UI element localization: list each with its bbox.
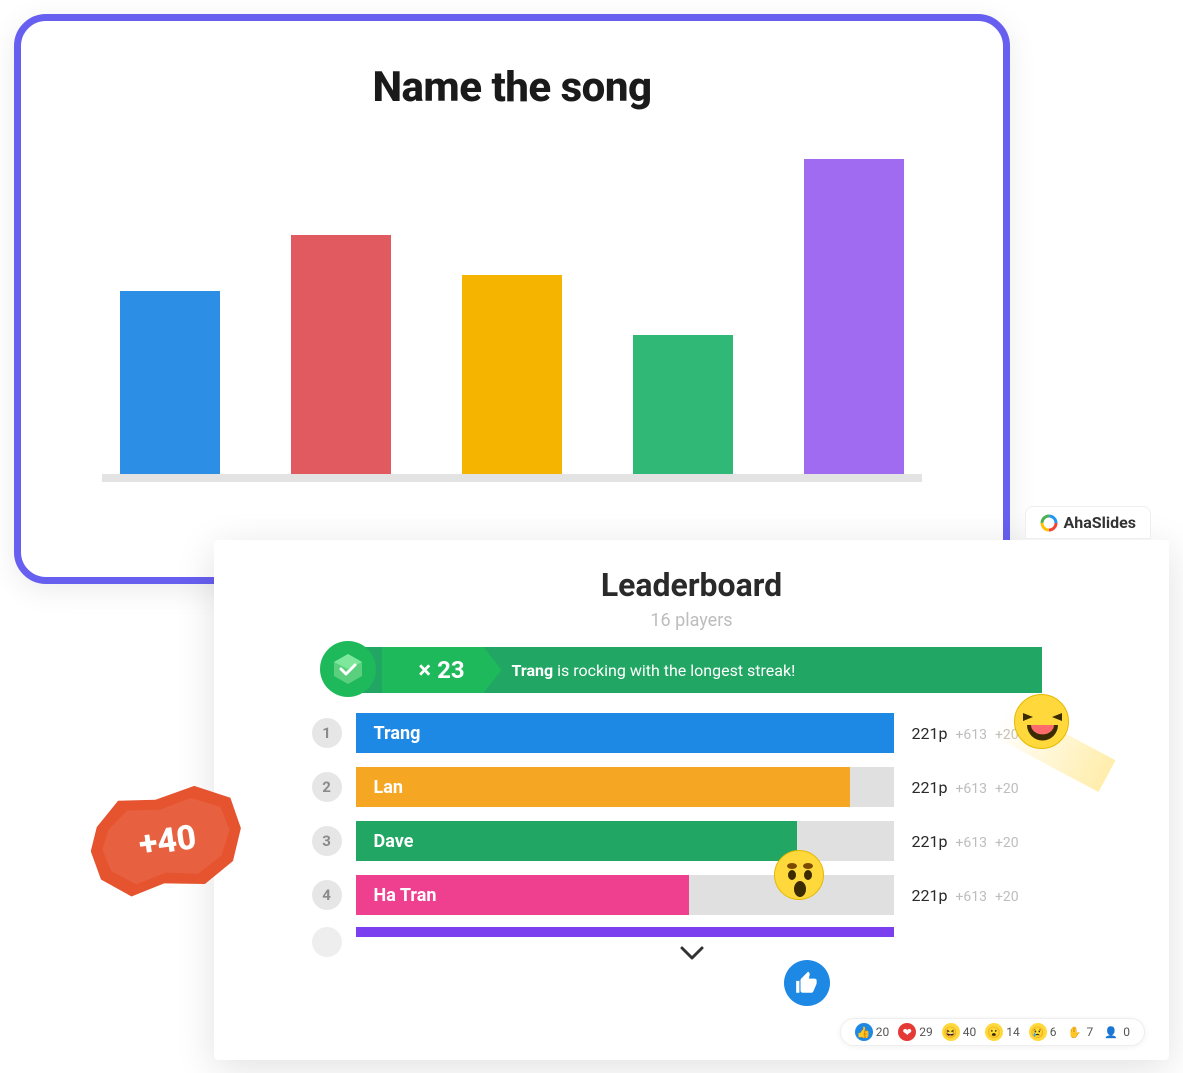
reaction-count: 7 bbox=[1087, 1025, 1094, 1039]
reaction-heart[interactable]: ❤29 bbox=[894, 1023, 937, 1041]
wow-emoji-icon bbox=[774, 850, 824, 900]
bonus-badge-label: +40 bbox=[83, 778, 251, 904]
reactions-bar[interactable]: 👍20❤29😆40😮14😢6✋7👤0 bbox=[840, 1018, 1145, 1046]
brand-logo-icon bbox=[1040, 514, 1058, 532]
streak-badge-icon bbox=[320, 641, 376, 697]
reaction-sad[interactable]: 😢6 bbox=[1025, 1023, 1061, 1041]
laugh-emoji-icon bbox=[1014, 694, 1069, 749]
score-bar-fill: Dave bbox=[356, 821, 797, 861]
score-bar-fill: Ha Tran bbox=[356, 875, 690, 915]
leaderboard-row: 4 Ha Tran 221p +613 +20 bbox=[312, 873, 1072, 917]
reaction-count: 6 bbox=[1050, 1025, 1057, 1039]
rank-badge: 2 bbox=[312, 772, 342, 802]
score-label: 221p +613 +20 bbox=[912, 832, 1072, 851]
score-bar-track: Lan bbox=[356, 767, 894, 807]
slide-title: Name the song bbox=[51, 63, 973, 112]
reaction-count: 29 bbox=[919, 1025, 933, 1039]
bar-chart bbox=[102, 142, 922, 482]
score-bar-fill: Trang bbox=[356, 713, 894, 753]
leaderboard-rows: 1 Trang 221p +613 +20 2 Lan 221p +613 +20 3 Dav… bbox=[312, 711, 1072, 917]
reaction-wow[interactable]: 😮14 bbox=[981, 1023, 1024, 1041]
reaction-laugh[interactable]: 😆40 bbox=[938, 1023, 981, 1041]
leaderboard-panel: AhaSlides Leaderboard 16 players × 23 Tr… bbox=[214, 540, 1169, 1060]
reaction-person[interactable]: 👤0 bbox=[1098, 1023, 1134, 1041]
thumbs-up-icon bbox=[784, 960, 830, 1006]
reaction-count: 0 bbox=[1123, 1025, 1130, 1039]
leaderboard-row: 1Trang221p +613 +20 bbox=[312, 711, 1072, 755]
chart-bar bbox=[804, 159, 904, 474]
chevron-down-icon[interactable] bbox=[678, 948, 706, 967]
reaction-count: 14 bbox=[1006, 1025, 1020, 1039]
leaderboard-title: Leaderboard bbox=[244, 566, 1139, 604]
chart-bar bbox=[291, 235, 391, 474]
leaderboard-subtitle: 16 players bbox=[244, 610, 1139, 631]
brand-tag[interactable]: AhaSlides bbox=[1025, 506, 1151, 539]
chart-bar bbox=[462, 275, 562, 474]
bonus-badge: +40 bbox=[83, 778, 251, 904]
reaction-count: 20 bbox=[876, 1025, 890, 1039]
streak-banner: × 23 Trang is rocking with the longest s… bbox=[342, 647, 1042, 693]
score-label: 221p +613 +20 bbox=[912, 886, 1072, 905]
streak-message: is rocking with the longest streak! bbox=[557, 661, 795, 680]
rank-badge: 1 bbox=[312, 718, 342, 748]
brand-label: AhaSlides bbox=[1064, 513, 1136, 532]
leaderboard-row: 2 Lan 221p +613 +20 bbox=[312, 765, 1072, 809]
leaderboard-row: 3 Dave 221p +613 +20 bbox=[312, 819, 1072, 863]
reaction-like[interactable]: 👍20 bbox=[851, 1023, 894, 1041]
streak-name: Trang bbox=[512, 661, 554, 680]
score-bar-track: Trang bbox=[356, 713, 894, 753]
chart-bar bbox=[633, 335, 733, 474]
reaction-count: 40 bbox=[963, 1025, 977, 1039]
reaction-hand[interactable]: ✋7 bbox=[1062, 1023, 1098, 1041]
score-bar-fill: Lan bbox=[356, 767, 851, 807]
chart-axis bbox=[102, 474, 922, 482]
rank-badge: 3 bbox=[312, 826, 342, 856]
score-label: 221p +613 +20 bbox=[912, 778, 1072, 797]
rank-badge: 4 bbox=[312, 880, 342, 910]
leaderboard-row-peek bbox=[312, 927, 1072, 937]
slide-card: Name the song bbox=[14, 14, 1010, 584]
streak-multiplier: × 23 bbox=[382, 647, 502, 693]
chart-bar bbox=[120, 291, 220, 474]
